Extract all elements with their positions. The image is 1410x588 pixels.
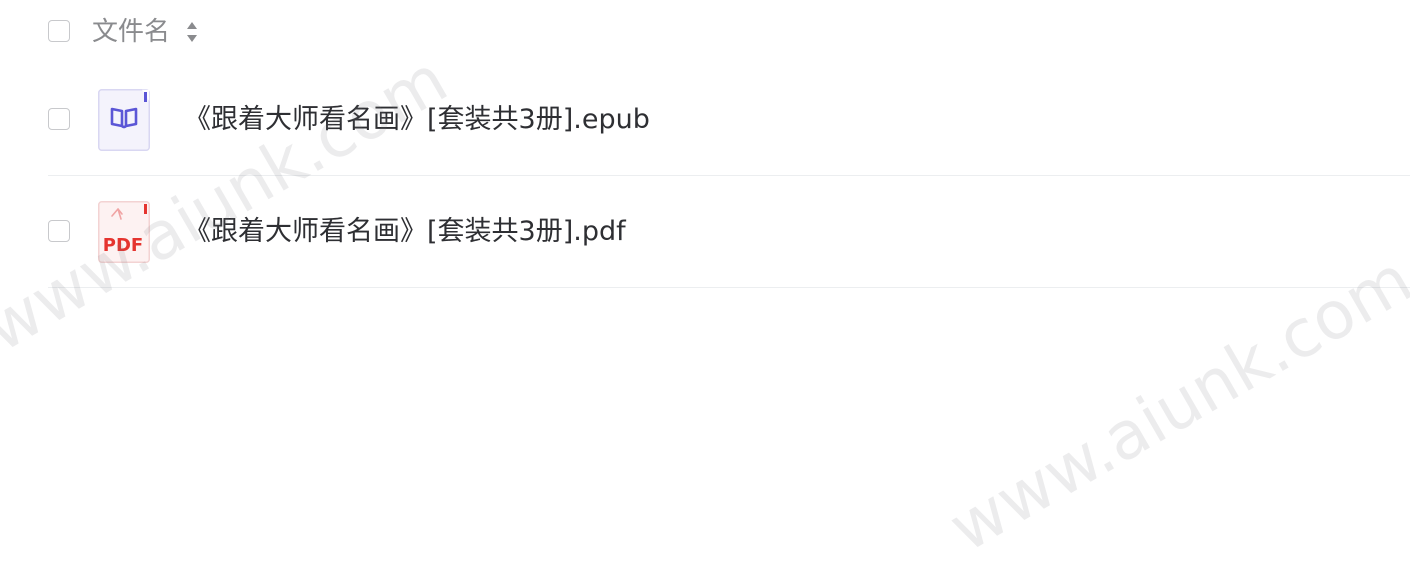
- row-checkbox[interactable]: [48, 108, 70, 130]
- file-list-page: 文件名 《跟着大师看名画》[套装共3册].epub PDF 《跟着大师看名画》[…: [0, 0, 1410, 588]
- file-name[interactable]: 《跟着大师看名画》[套装共3册].epub: [184, 102, 650, 138]
- watermark: www.aiunk.com: [936, 240, 1410, 567]
- column-header-filename[interactable]: 文件名: [92, 14, 170, 50]
- pdf-icon: PDF: [98, 201, 150, 263]
- sort-icon[interactable]: [185, 20, 199, 44]
- file-row[interactable]: 《跟着大师看名画》[套装共3册].epub: [48, 64, 1410, 176]
- file-name[interactable]: 《跟着大师看名画》[套装共3册].pdf: [184, 214, 626, 250]
- file-row[interactable]: PDF 《跟着大师看名画》[套装共3册].pdf: [48, 176, 1410, 288]
- pdf-icon-text: PDF: [103, 235, 143, 256]
- row-divider: [48, 287, 1410, 288]
- row-checkbox[interactable]: [48, 220, 70, 242]
- select-all-checkbox[interactable]: [48, 20, 70, 42]
- epub-book-icon: [98, 89, 150, 151]
